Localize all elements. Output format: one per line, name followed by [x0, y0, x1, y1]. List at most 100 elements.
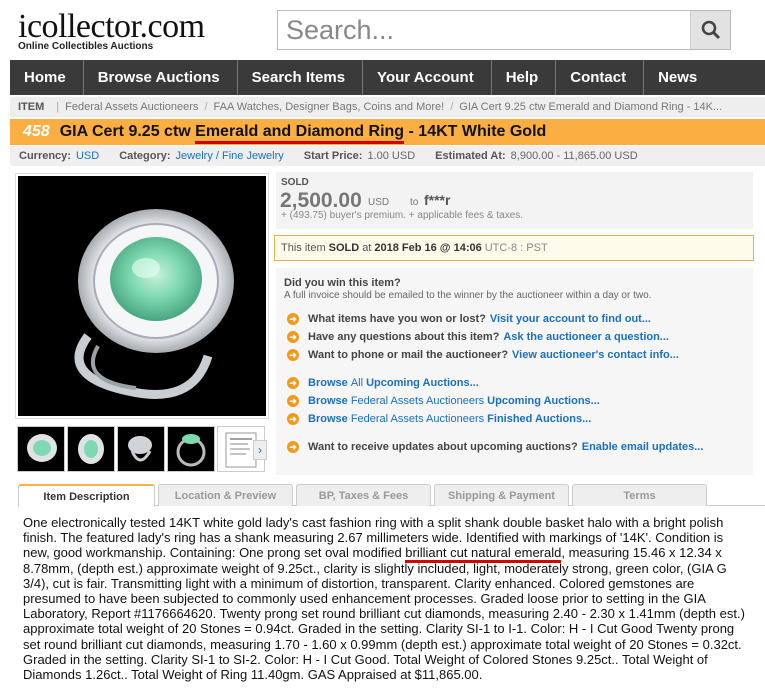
- sold-summary: SOLD 2,500.00 USD to f***r + (493.75) bu…: [276, 172, 753, 229]
- contact-info-link[interactable]: View auctioneer's contact info...: [512, 349, 679, 361]
- browse-row[interactable]: ➜ Browse Federal Assets Auctioneers Upco…: [287, 395, 600, 407]
- browse-target[interactable]: Finished Auctions...: [487, 413, 591, 425]
- chevron-right-icon: ›: [258, 443, 262, 457]
- sold-msg-timezone: UTC-8 : PST: [484, 242, 548, 254]
- question-row: ➜ What items have you won or lost? Visit…: [287, 313, 651, 325]
- breadcrumb-label: ITEM: [18, 101, 45, 113]
- winner-info-box: Did you win this item? A full invoice sh…: [276, 268, 753, 475]
- breadcrumb-link-item[interactable]: GIA Cert 9.25 ctw Emerald and Diamond Ri…: [459, 101, 722, 113]
- nav-browse-auctions[interactable]: Browse Auctions: [84, 60, 238, 95]
- breadcrumb-separator: /: [450, 101, 454, 113]
- breadcrumb: ITEM | Federal Assets Auctioneers / FAA …: [10, 97, 765, 117]
- account-link[interactable]: Visit your account to find out...: [490, 313, 651, 325]
- sold-msg-at: at: [362, 242, 372, 254]
- browse-scope[interactable]: Federal Assets Auctioneers: [351, 395, 484, 407]
- sold-to-label: to: [410, 197, 419, 208]
- nav-search-items[interactable]: Search Items: [238, 60, 364, 95]
- main-image-frame: [15, 173, 269, 419]
- title-prefix: GIA Cert 9.25 ctw: [59, 123, 196, 140]
- browse-word[interactable]: Browse: [308, 377, 348, 389]
- estimate-label: Estimated At:: [435, 150, 506, 162]
- question-row: ➜ Have any questions about this item? As…: [287, 331, 669, 343]
- browse-scope[interactable]: Federal Assets Auctioneers: [351, 413, 484, 425]
- page: { "header": { "logo_text": "icollector.c…: [0, 0, 765, 699]
- arrow-icon: ➜: [287, 441, 299, 453]
- title-highlight: Emerald and Diamond Ring: [195, 123, 405, 144]
- thumbnail-1[interactable]: [17, 426, 65, 472]
- tab-item-description[interactable]: Item Description: [18, 484, 155, 507]
- arrow-icon: ➜: [287, 349, 299, 361]
- category-label: Category:: [119, 150, 171, 162]
- search-button[interactable]: [690, 11, 730, 49]
- buyers-premium: + (493.75) buyer's premium. + applicable…: [281, 210, 524, 221]
- nav-home[interactable]: Home: [10, 60, 84, 95]
- category-link[interactable]: Jewelry / Fine Jewelry: [176, 150, 284, 162]
- breadcrumb-separator: /: [204, 101, 208, 113]
- sold-msg-prefix: This item: [281, 242, 326, 254]
- win-question: Did you win this item?: [284, 277, 401, 289]
- thumbnail-4[interactable]: [167, 426, 215, 472]
- sold-message: This item SOLD at 2018 Feb 16 @ 14:06 UT…: [274, 235, 754, 261]
- ring-image: [74, 209, 234, 399]
- nav-help[interactable]: Help: [492, 60, 557, 95]
- title-suffix: - 14KT White Gold: [404, 123, 547, 140]
- arrow-icon: ➜: [287, 395, 299, 407]
- tab-bp-taxes-fees[interactable]: BP, Taxes & Fees: [296, 484, 431, 506]
- sold-msg-status: SOLD: [328, 242, 360, 254]
- page-title: GIA Cert 9.25 ctw Emerald and Diamond Ri…: [59, 123, 547, 144]
- search-input[interactable]: [278, 11, 692, 49]
- search-box: [277, 10, 731, 50]
- sold-label: SOLD: [281, 177, 309, 188]
- question-row: ➜ Want to phone or mail the auctioneer? …: [287, 349, 679, 361]
- win-note: A full invoice should be emailed to the …: [284, 290, 652, 301]
- updates-question: Want to receive updates about upcoming a…: [308, 441, 578, 453]
- browse-scope[interactable]: All: [351, 377, 363, 389]
- browse-target[interactable]: Upcoming Auctions...: [366, 377, 479, 389]
- nav-your-account[interactable]: Your Account: [363, 60, 492, 95]
- browse-row[interactable]: ➜ Browse Federal Assets Auctioneers Fini…: [287, 413, 591, 425]
- main-nav: Home Browse Auctions Search Items Your A…: [10, 60, 765, 95]
- start-price-label: Start Price:: [303, 150, 363, 162]
- browse-word[interactable]: Browse: [308, 395, 348, 407]
- email-updates-link[interactable]: Enable email updates...: [582, 441, 704, 453]
- thumbnail-strip: ›: [15, 426, 273, 474]
- arrow-icon: ➜: [287, 377, 299, 389]
- ask-auctioneer-link[interactable]: Ask the auctioneer a question...: [503, 331, 669, 343]
- arrow-icon: ➜: [287, 413, 299, 425]
- tab-terms[interactable]: Terms: [572, 484, 707, 506]
- lot-number: 458: [23, 123, 50, 140]
- search-icon: [701, 20, 720, 40]
- site-logo[interactable]: icollector.com Online Collectibles Aucti…: [18, 8, 205, 53]
- description-part-2: , measuring 15.46 x 12.34 x 8.78mm, (dep…: [23, 545, 745, 683]
- arrow-icon: ➜: [287, 331, 299, 343]
- breadcrumb-link-auctioneer[interactable]: Federal Assets Auctioneers: [65, 101, 198, 113]
- nav-contact[interactable]: Contact: [556, 60, 645, 95]
- updates-row: ➜ Want to receive updates about upcoming…: [287, 441, 703, 453]
- question-text: Have any questions about this item?: [308, 331, 500, 343]
- currency-link[interactable]: USD: [76, 150, 99, 162]
- start-price-value: 1.00 USD: [367, 150, 416, 162]
- tab-shipping-payment[interactable]: Shipping & Payment: [434, 484, 569, 506]
- browse-word[interactable]: Browse: [308, 413, 348, 425]
- sold-msg-date: 2018 Feb 16 @ 14:06: [374, 242, 482, 254]
- thumbnail-3[interactable]: [117, 426, 165, 472]
- estimate-value: 8,900.00 - 11,865.00 USD: [510, 150, 638, 162]
- item-info-bar: Currency: USD Category: Jewelry / Fine J…: [10, 146, 765, 166]
- item-tabs: Item Description Location & Preview BP, …: [18, 483, 765, 507]
- nav-news[interactable]: News: [644, 60, 714, 95]
- question-text: Want to phone or mail the auctioneer?: [308, 349, 509, 361]
- item-description: One electronically tested 14KT white gol…: [23, 515, 749, 682]
- main-item-image[interactable]: [18, 176, 266, 416]
- browse-target[interactable]: Upcoming Auctions...: [487, 395, 600, 407]
- tab-location-preview[interactable]: Location & Preview: [158, 484, 293, 506]
- sold-currency: USD: [368, 197, 390, 208]
- breadcrumb-link-auction[interactable]: FAA Watches, Designer Bags, Coins and Mo…: [214, 101, 445, 113]
- item-title-bar: 458 GIA Cert 9.25 ctw Emerald and Diamon…: [10, 119, 765, 145]
- breadcrumb-separator: |: [56, 101, 60, 113]
- logo-text: icollector.com: [18, 8, 205, 45]
- thumbnail-next-button[interactable]: ›: [253, 440, 267, 460]
- thumbnail-2[interactable]: [67, 426, 115, 472]
- browse-row[interactable]: ➜ Browse All Upcoming Auctions...: [287, 377, 479, 389]
- question-text: What items have you won or lost?: [308, 313, 486, 325]
- arrow-icon: ➜: [287, 313, 299, 325]
